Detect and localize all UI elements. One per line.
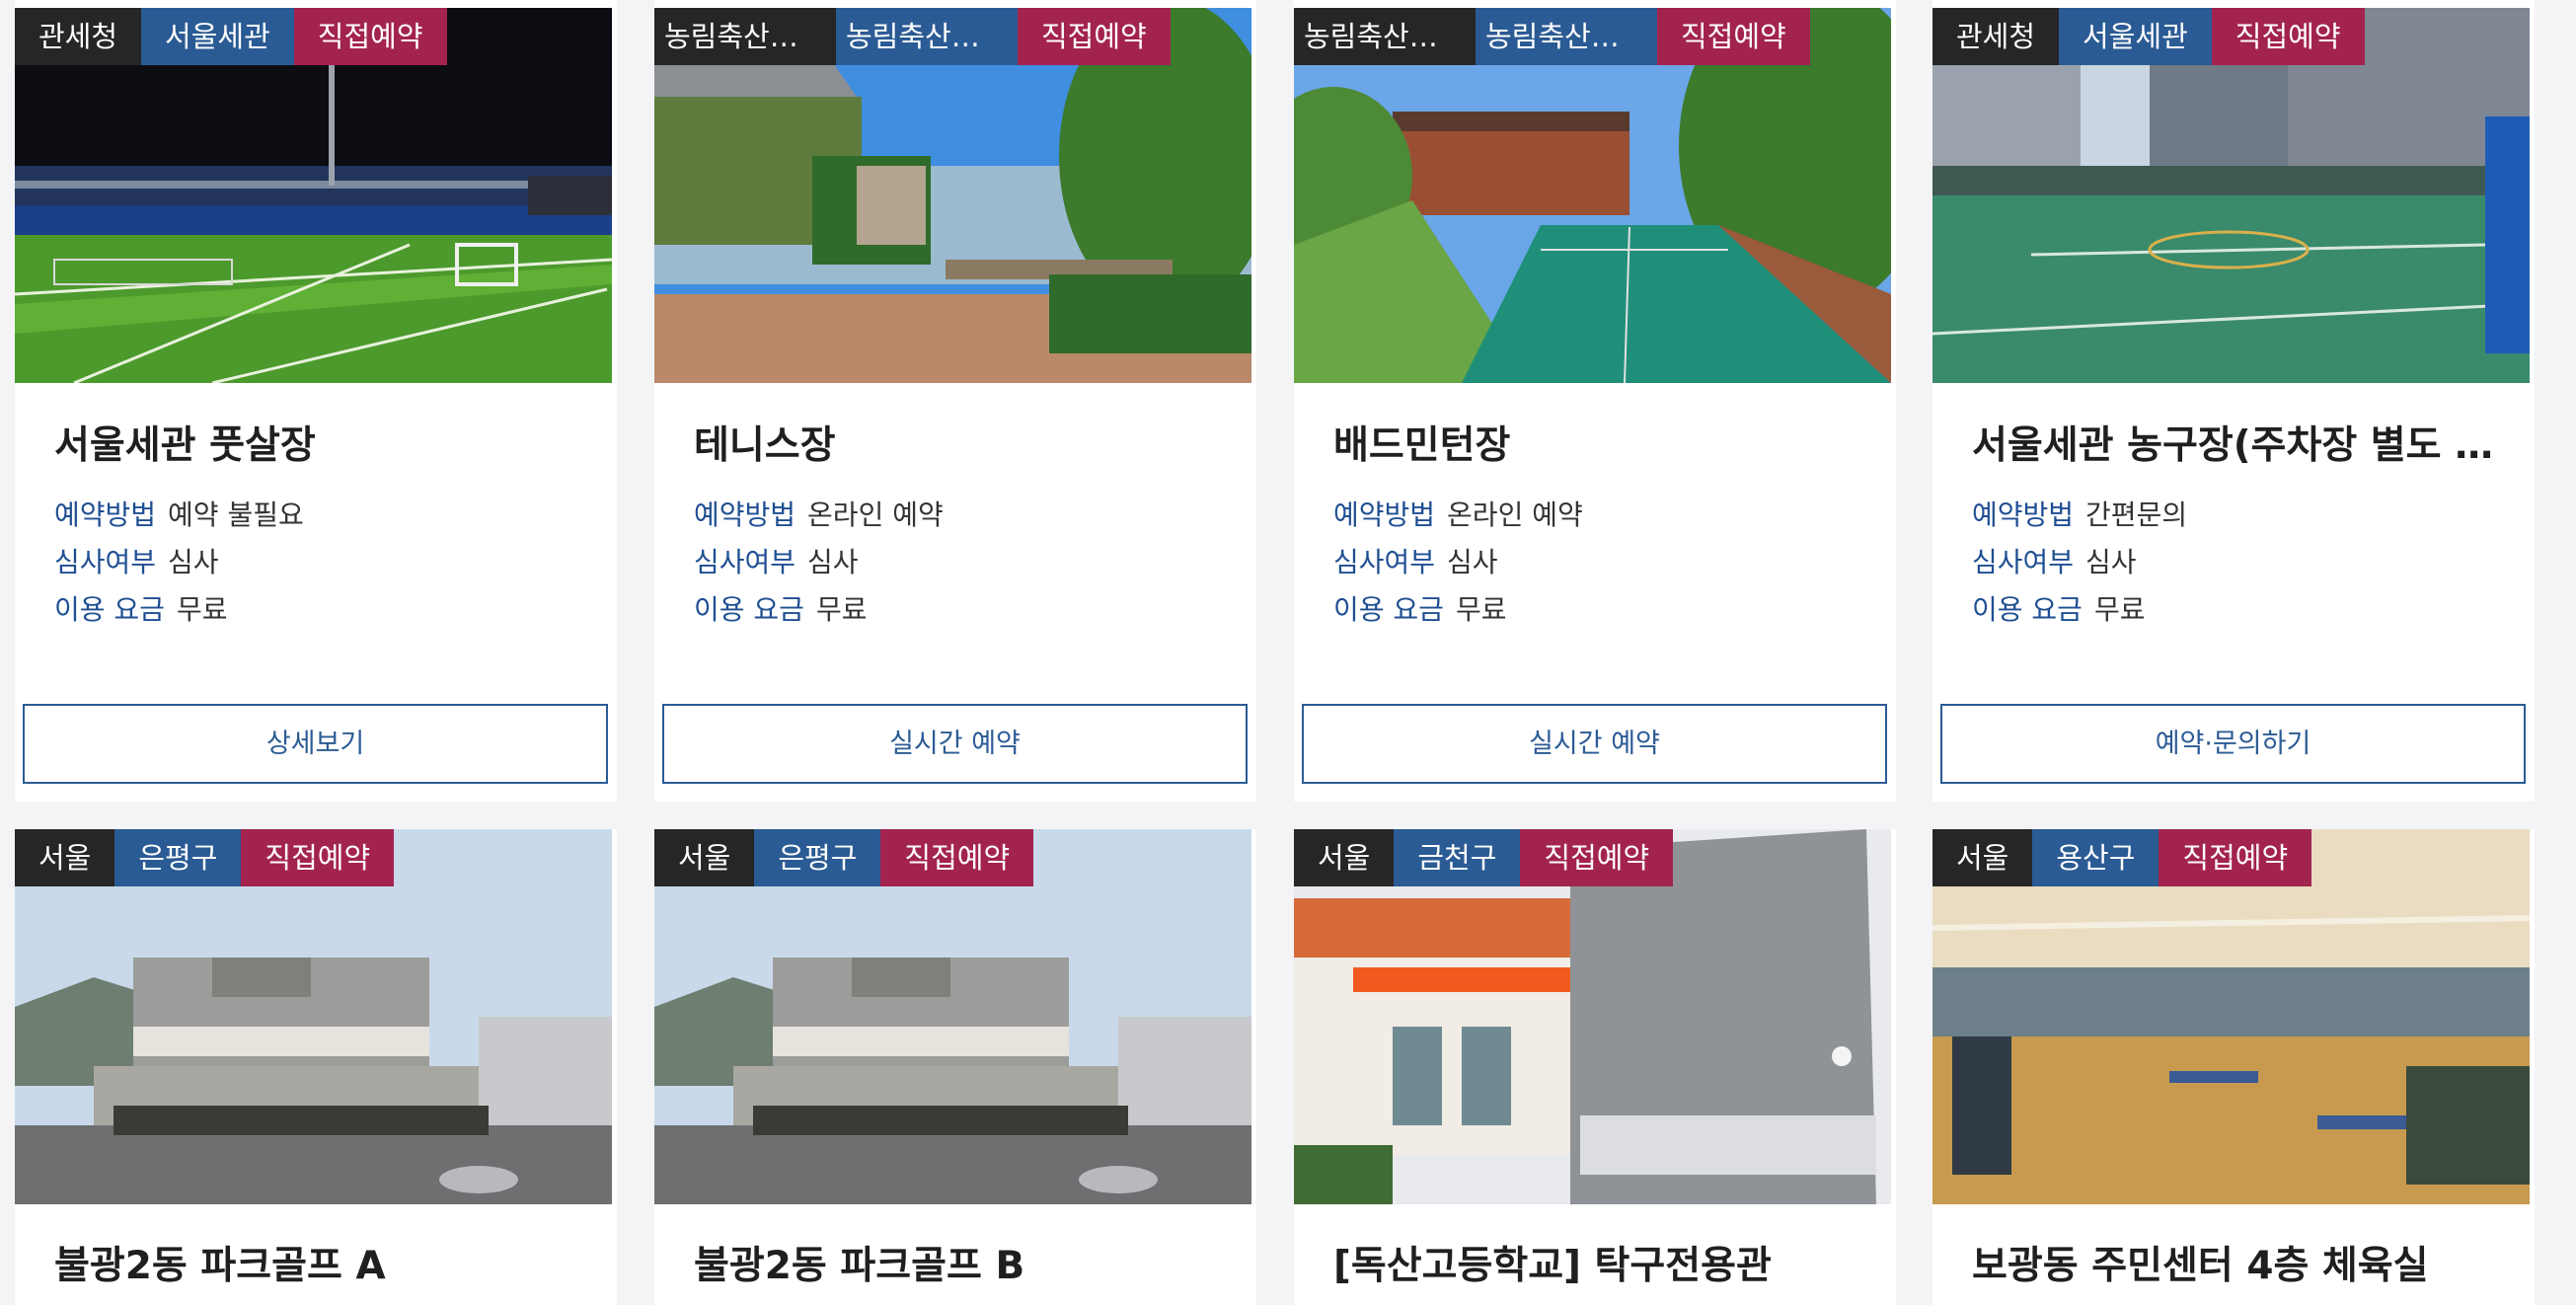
facility-title[interactable]: 배드민턴장 (1333, 415, 1856, 470)
tag-group: 서울 금천구 직접예약 (1294, 829, 1674, 886)
method-value: 예약 불필요 (168, 499, 304, 531)
facility-card[interactable]: 농림축산검역본부 농림축산검역본부 직접예약 배드민턴장 예약방법 온라인 예약 … (1294, 0, 1896, 802)
region-tag: 농림축산검역본부 (1476, 8, 1657, 65)
badminton-court-image[interactable]: 농림축산검역본부 농림축산검역본부 직접예약 (1294, 8, 1891, 383)
method-label: 예약방법 (694, 499, 796, 531)
method-value: 간편문의 (2085, 499, 2188, 531)
facility-title[interactable]: 서울세관 농구장(주차장 별도 운영) (1972, 415, 2495, 470)
tag-group: 서울 은평구 직접예약 (654, 829, 1034, 886)
review-label: 심사여부 (694, 546, 796, 578)
fee-label: 이용 요금 (694, 593, 804, 626)
reservation-type-tag: 직접예약 (241, 829, 395, 886)
fee-value: 무료 (176, 593, 228, 626)
realtime-reservation-button[interactable]: 실시간 예약 (662, 704, 1248, 784)
method-label: 예약방법 (1972, 499, 2075, 531)
basketball-court-image[interactable]: 관세청 서울세관 직접예약 (1932, 8, 2530, 383)
tag-group: 관세청 서울세관 직접예약 (1932, 8, 2365, 65)
reservation-type-tag: 직접예약 (1018, 8, 1171, 65)
method-label: 예약방법 (54, 499, 157, 531)
facility-card[interactable]: 서울 금천구 직접예약 [독산고등학교] 탁구전용관 (1294, 829, 1896, 1305)
facility-card[interactable]: 관세청 서울세관 직접예약 서울세관 풋살장 예약방법 예약 불필요 심사여부 심사… (15, 0, 617, 802)
review-label: 심사여부 (1333, 546, 1436, 578)
facility-title[interactable]: 불광2동 파크골프 A (54, 1235, 577, 1290)
region-tag: 서울세관 (2059, 8, 2212, 65)
facility-info: 예약방법 온라인 예약 심사여부 심사 이용 요금 무료 (694, 492, 944, 634)
tag-group: 관세청 서울세관 직접예약 (15, 8, 447, 65)
tag-group: 서울 용산구 직접예약 (1932, 829, 2312, 886)
reservation-type-tag: 직접예약 (2211, 8, 2365, 65)
agency-tag: 농림축산검역본부 (1294, 8, 1476, 65)
method-label: 예약방법 (1333, 499, 1436, 531)
review-value: 심사 (2085, 546, 2137, 578)
facility-title[interactable]: 보광동 주민센터 4층 체육실 (1972, 1235, 2495, 1290)
tag-group: 농림축산검역본부 농림축산검역본부 직접예약 (1294, 8, 1810, 65)
facility-card[interactable]: 서울 은평구 직접예약 불광2동 파크골프 A (15, 829, 617, 1305)
facility-title[interactable]: 테니스장 (694, 415, 1217, 470)
agency-tag: 농림축산검역본부 (654, 8, 836, 65)
district-tag: 금천구 (1394, 829, 1521, 886)
facility-card[interactable]: 관세청 서울세관 직접예약 서울세관 농구장(주차장 별도 운영) 예약방법 간편… (1932, 0, 2535, 802)
reservation-type-tag: 직접예약 (2159, 829, 2312, 886)
facility-title[interactable]: 서울세관 풋살장 (54, 415, 577, 470)
facility-info: 예약방법 간편문의 심사여부 심사 이용 요금 무료 (1972, 492, 2187, 634)
region-tag: 서울세관 (141, 8, 294, 65)
method-value: 온라인 예약 (807, 499, 944, 531)
reservation-type-tag: 직접예약 (880, 829, 1034, 886)
fee-label: 이용 요금 (1333, 593, 1444, 626)
review-label: 심사여부 (54, 546, 157, 578)
fee-label: 이용 요금 (1972, 593, 2083, 626)
fee-value: 무료 (1455, 593, 1507, 626)
region-tag: 서울 (1294, 829, 1395, 886)
review-value: 심사 (1447, 546, 1498, 578)
reservation-type-tag: 직접예약 (1657, 8, 1810, 65)
reservation-type-tag: 직접예약 (293, 8, 447, 65)
facility-title[interactable]: [독산고등학교] 탁구전용관 (1333, 1235, 1856, 1290)
table-tennis-hall-image[interactable]: 서울 금천구 직접예약 (1294, 829, 1891, 1204)
futsal-field-image[interactable]: 관세청 서울세관 직접예약 (15, 8, 612, 383)
method-value: 온라인 예약 (1447, 499, 1583, 531)
detail-button[interactable]: 상세보기 (23, 704, 608, 784)
district-tag: 용산구 (2032, 829, 2159, 886)
tag-group: 서울 은평구 직접예약 (15, 829, 395, 886)
gym-hall-image[interactable]: 서울 용산구 직접예약 (1932, 829, 2530, 1204)
region-tag: 서울 (654, 829, 755, 886)
review-label: 심사여부 (1972, 546, 2075, 578)
agency-tag: 관세청 (1932, 8, 2060, 65)
facility-info: 예약방법 온라인 예약 심사여부 심사 이용 요금 무료 (1333, 492, 1583, 634)
facility-card[interactable]: 농림축산검역본부 농림축산검역본부 직접예약 테니스장 예약방법 온라인 예약 심… (654, 0, 1256, 802)
agency-tag: 관세청 (15, 8, 142, 65)
facility-card[interactable]: 서울 용산구 직접예약 보광동 주민센터 4층 체육실 (1932, 829, 2535, 1305)
fee-value: 무료 (815, 593, 868, 626)
reservation-inquiry-button[interactable]: 예약·문의하기 (1940, 704, 2526, 784)
region-tag: 농림축산검역본부 (836, 8, 1018, 65)
region-tag: 서울 (1932, 829, 2033, 886)
review-value: 심사 (168, 546, 219, 578)
park-golf-building-image[interactable]: 서울 은평구 직접예약 (654, 829, 1251, 1204)
facility-title[interactable]: 불광2동 파크골프 B (694, 1235, 1217, 1290)
reservation-type-tag: 직접예약 (1520, 829, 1674, 886)
tag-group: 농림축산검역본부 농림축산검역본부 직접예약 (654, 8, 1171, 65)
fee-value: 무료 (2093, 593, 2146, 626)
fee-label: 이용 요금 (54, 593, 165, 626)
facility-info: 예약방법 예약 불필요 심사여부 심사 이용 요금 무료 (54, 492, 304, 634)
facility-card[interactable]: 서울 은평구 직접예약 불광2동 파크골프 B (654, 829, 1256, 1305)
district-tag: 은평구 (754, 829, 881, 886)
park-golf-building-image[interactable]: 서울 은평구 직접예약 (15, 829, 612, 1204)
region-tag: 서울 (15, 829, 115, 886)
realtime-reservation-button[interactable]: 실시간 예약 (1302, 704, 1887, 784)
tennis-court-image[interactable]: 농림축산검역본부 농림축산검역본부 직접예약 (654, 8, 1251, 383)
district-tag: 은평구 (114, 829, 242, 886)
review-value: 심사 (807, 546, 859, 578)
